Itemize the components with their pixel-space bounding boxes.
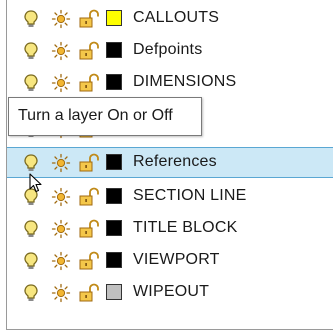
sun-icon[interactable] — [51, 219, 71, 239]
unlocked-padlock-icon[interactable] — [78, 73, 99, 93]
layer-name: CALLOUTS — [133, 9, 220, 26]
sun-icon[interactable] — [51, 187, 71, 207]
layer-name: DIMENSIONS — [133, 73, 237, 90]
layer-color-swatch[interactable] — [106, 10, 122, 26]
layer-row-dimensions[interactable]: DIMENSIONS — [7, 67, 333, 98]
unlocked-padlock-icon[interactable] — [78, 219, 99, 239]
lightbulb-icon[interactable] — [21, 283, 41, 303]
mouse-cursor-icon — [29, 173, 43, 198]
layer-name: VIEWPORT — [133, 251, 220, 268]
sun-icon[interactable] — [51, 251, 71, 271]
layer-row-title-block[interactable]: TITLE BLOCK — [7, 213, 333, 244]
layer-color-swatch[interactable] — [106, 284, 122, 300]
unlocked-padlock-icon[interactable] — [78, 283, 99, 303]
layer-list-panel: CALLOUTS Defpoints DIMENSIONS References… — [6, 0, 333, 330]
layer-row-viewport[interactable]: VIEWPORT — [7, 245, 333, 276]
layer-row-section-line[interactable]: SECTION LINE — [7, 181, 333, 212]
lightbulb-icon[interactable] — [21, 219, 41, 239]
unlocked-padlock-icon[interactable] — [78, 187, 99, 207]
layer-color-swatch[interactable] — [106, 220, 122, 236]
unlocked-padlock-icon[interactable] — [78, 153, 99, 173]
layer-color-swatch[interactable] — [106, 252, 122, 268]
layer-row-defpoints[interactable]: Defpoints — [7, 35, 333, 66]
unlocked-padlock-icon[interactable] — [78, 41, 99, 61]
lightbulb-icon[interactable] — [21, 41, 41, 61]
layer-name: TITLE BLOCK — [133, 219, 238, 236]
lightbulb-icon[interactable] — [21, 251, 41, 271]
layer-row-references[interactable]: References — [7, 147, 333, 178]
layer-color-swatch[interactable] — [106, 188, 122, 204]
layer-name: SECTION LINE — [133, 187, 247, 204]
layer-color-swatch[interactable] — [106, 154, 122, 170]
sun-icon[interactable] — [51, 283, 71, 303]
layer-row-wipeout[interactable]: WIPEOUT — [7, 277, 333, 308]
lightbulb-icon[interactable] — [21, 153, 41, 173]
layer-color-swatch[interactable] — [106, 42, 122, 58]
tooltip: Turn a layer On or Off — [8, 97, 202, 136]
sun-icon[interactable] — [51, 41, 71, 61]
sun-icon[interactable] — [51, 9, 71, 29]
sun-icon[interactable] — [51, 153, 71, 173]
sun-icon[interactable] — [51, 73, 71, 93]
layer-name: Defpoints — [133, 41, 203, 58]
layer-color-swatch[interactable] — [106, 74, 122, 90]
lightbulb-icon[interactable] — [21, 9, 41, 29]
lightbulb-icon[interactable] — [21, 73, 41, 93]
unlocked-padlock-icon[interactable] — [78, 9, 99, 29]
unlocked-padlock-icon[interactable] — [78, 251, 99, 271]
layer-name: WIPEOUT — [133, 283, 210, 300]
layer-name: References — [133, 153, 217, 170]
layer-row-callouts[interactable]: CALLOUTS — [7, 3, 333, 34]
